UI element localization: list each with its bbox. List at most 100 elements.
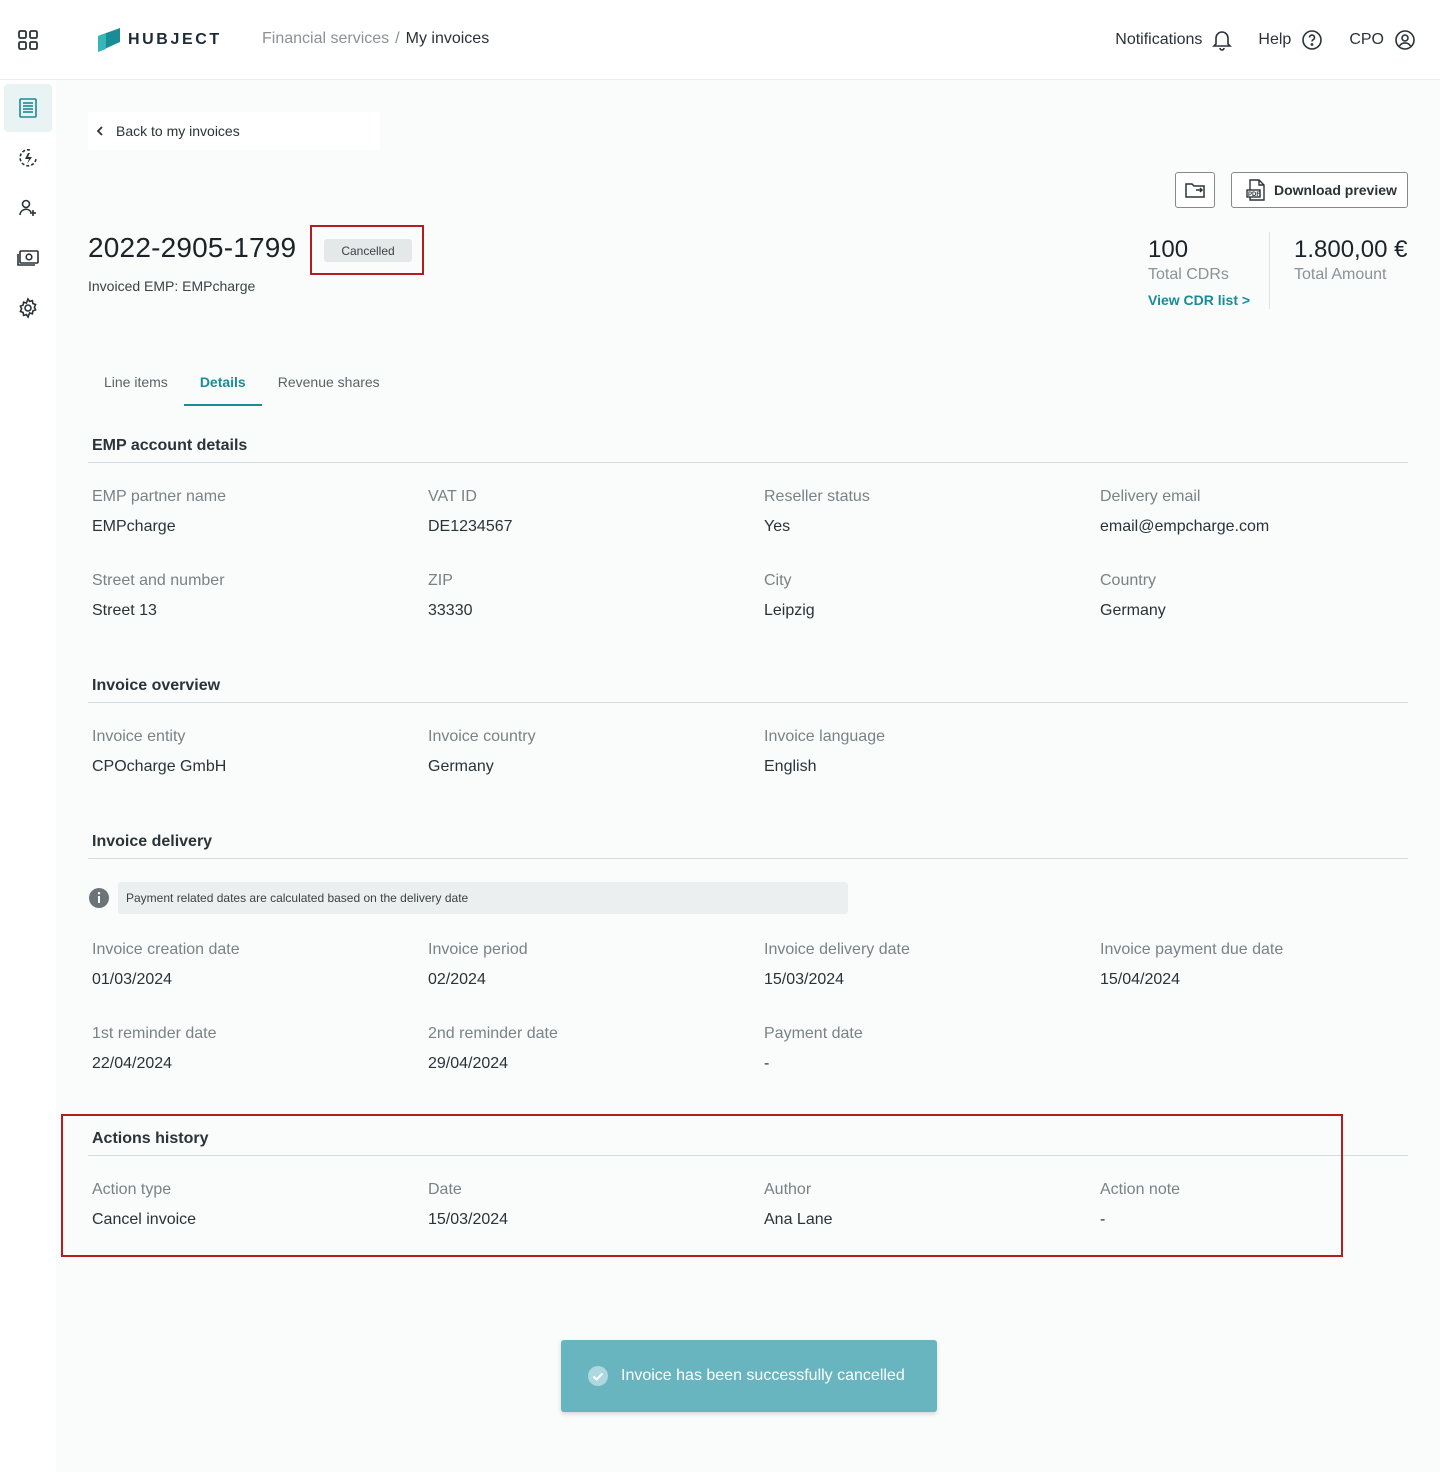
amount-label: Total Amount — [1294, 266, 1387, 283]
field-value: 33330 — [428, 602, 473, 619]
svg-text:PDF: PDF — [1248, 192, 1260, 198]
field-label: Invoice delivery date — [764, 941, 910, 958]
field-value: - — [764, 1055, 770, 1072]
user-add-icon — [19, 199, 36, 216]
field-reseller-status: Reseller status Yes — [764, 488, 1084, 536]
money-icon — [17, 250, 39, 266]
section-divider — [88, 702, 1408, 703]
breadcrumb: Financial services / My invoices — [262, 30, 489, 48]
stats-divider — [1269, 232, 1270, 309]
invoiced-emp: Invoiced EMP: EMPcharge — [88, 278, 256, 294]
field-value: 15/03/2024 — [764, 971, 845, 988]
help-circle-icon — [1302, 30, 1323, 50]
section-divider — [88, 462, 1408, 463]
invoice-delivery-title: Invoice delivery — [92, 833, 213, 850]
field-value: 01/03/2024 — [92, 971, 173, 988]
tab-revenue-shares[interactable]: Revenue shares — [262, 362, 396, 406]
amount-stat: 1.800,00 € Total Amount — [1294, 236, 1407, 284]
field-invoice-language: Invoice language English — [764, 728, 1084, 776]
field-first-reminder: 1st reminder date 22/04/2024 — [92, 1025, 412, 1073]
document-list-icon — [19, 98, 37, 118]
user-menu-button[interactable]: CPO — [1349, 29, 1416, 51]
help-button[interactable]: Help — [1258, 29, 1323, 51]
field-label: Delivery email — [1100, 488, 1201, 505]
logo-text: HUBJECT — [128, 31, 222, 48]
field-label: Invoice payment due date — [1100, 941, 1284, 958]
field-value: Yes — [764, 518, 791, 535]
field-label: Invoice period — [428, 941, 528, 958]
field-value: Germany — [1100, 602, 1166, 619]
notifications-label: Notifications — [1115, 31, 1203, 48]
info-note-text: Payment related dates are calculated bas… — [118, 882, 848, 914]
field-emp-partner-name: EMP partner name EMPcharge — [92, 488, 412, 536]
field-value: DE1234567 — [428, 518, 513, 535]
download-preview-button[interactable]: PDF Download preview — [1231, 172, 1408, 208]
header-actions: Notifications Help CPO — [1089, 26, 1416, 54]
field-label: EMP partner name — [92, 488, 226, 505]
field-label: ZIP — [428, 572, 453, 589]
sidebar-item-payments[interactable] — [4, 234, 52, 282]
help-label: Help — [1258, 31, 1292, 48]
field-label: 2nd reminder date — [428, 1025, 558, 1042]
logo[interactable]: HUBJECT — [98, 28, 222, 52]
section-divider — [88, 858, 1408, 859]
field-city: City Leipzig — [764, 572, 1084, 620]
field-vat-id: VAT ID DE1234567 — [428, 488, 748, 536]
status-highlight-box: Cancelled — [310, 225, 424, 275]
sidebar-item-settings[interactable] — [4, 284, 52, 332]
chevron-left-icon — [96, 126, 103, 136]
top-bar: HUBJECT Financial services / My invoices… — [0, 0, 1440, 80]
field-value: Street 13 — [92, 602, 157, 619]
amount-value: 1.800,00 € — [1294, 236, 1408, 263]
sidebar-item-invoices[interactable] — [4, 84, 52, 132]
sidebar-item-charging[interactable] — [4, 134, 52, 182]
field-label: Invoice entity — [92, 728, 186, 745]
field-label: City — [764, 572, 792, 589]
field-value: 15/04/2024 — [1100, 971, 1181, 988]
tab-details[interactable]: Details — [183, 362, 262, 406]
field-payment-date: Payment date - — [764, 1025, 1084, 1073]
actions-history-highlight-box — [61, 1114, 1343, 1257]
field-value: 29/04/2024 — [428, 1055, 509, 1072]
success-toast: Invoice has been successfully cancelled — [561, 1340, 937, 1412]
status-badge: Cancelled — [324, 239, 412, 262]
field-value: 02/2024 — [428, 971, 486, 988]
tab-line-items[interactable]: Line items — [88, 362, 184, 406]
field-label: Payment date — [764, 1025, 863, 1042]
field-street: Street and number Street 13 — [92, 572, 412, 620]
logo-mark-icon — [98, 28, 120, 52]
export-folder-button[interactable] — [1175, 172, 1215, 208]
field-zip: ZIP 33330 — [428, 572, 748, 620]
field-invoice-period: Invoice period 02/2024 — [428, 941, 748, 989]
breadcrumb-current: My invoices — [405, 30, 490, 47]
emp-account-title: EMP account details — [92, 437, 248, 454]
field-value: Leipzig — [764, 602, 815, 619]
cdrs-value: 100 — [1148, 236, 1189, 263]
field-label: Invoice creation date — [92, 941, 240, 958]
field-value: 22/04/2024 — [92, 1055, 173, 1072]
apps-grid-icon[interactable] — [18, 30, 38, 50]
field-second-reminder: 2nd reminder date 29/04/2024 — [428, 1025, 748, 1073]
charging-bolt-icon — [19, 148, 37, 167]
field-payment-due-date: Invoice payment due date 15/04/2024 — [1100, 941, 1420, 989]
bell-icon — [1212, 31, 1233, 51]
field-label: Street and number — [92, 572, 225, 589]
invoice-overview-title: Invoice overview — [92, 677, 221, 694]
field-label: Reseller status — [764, 488, 870, 505]
cdrs-label: Total CDRs — [1148, 266, 1229, 283]
field-invoice-country: Invoice country Germany — [428, 728, 748, 776]
field-invoice-entity: Invoice entity CPOcharge GmbH — [92, 728, 412, 776]
breadcrumb-parent[interactable]: Financial services — [262, 30, 389, 48]
invoice-number: 2022-2905-1799 — [88, 232, 297, 263]
back-link[interactable]: Back to my invoices — [88, 112, 380, 150]
check-circle-icon — [588, 1366, 608, 1386]
sidebar-item-partners[interactable] — [4, 184, 52, 232]
field-label: Invoice country — [428, 728, 536, 745]
view-cdr-list-link[interactable]: View CDR list > — [1148, 292, 1250, 308]
field-country: Country Germany — [1100, 572, 1420, 620]
field-value: Germany — [428, 758, 494, 775]
toast-message: Invoice has been successfully cancelled — [621, 1367, 905, 1384]
info-note: Payment related dates are calculated bas… — [88, 882, 848, 914]
notifications-button[interactable]: Notifications — [1115, 29, 1233, 51]
field-value: email@empcharge.com — [1100, 518, 1270, 535]
